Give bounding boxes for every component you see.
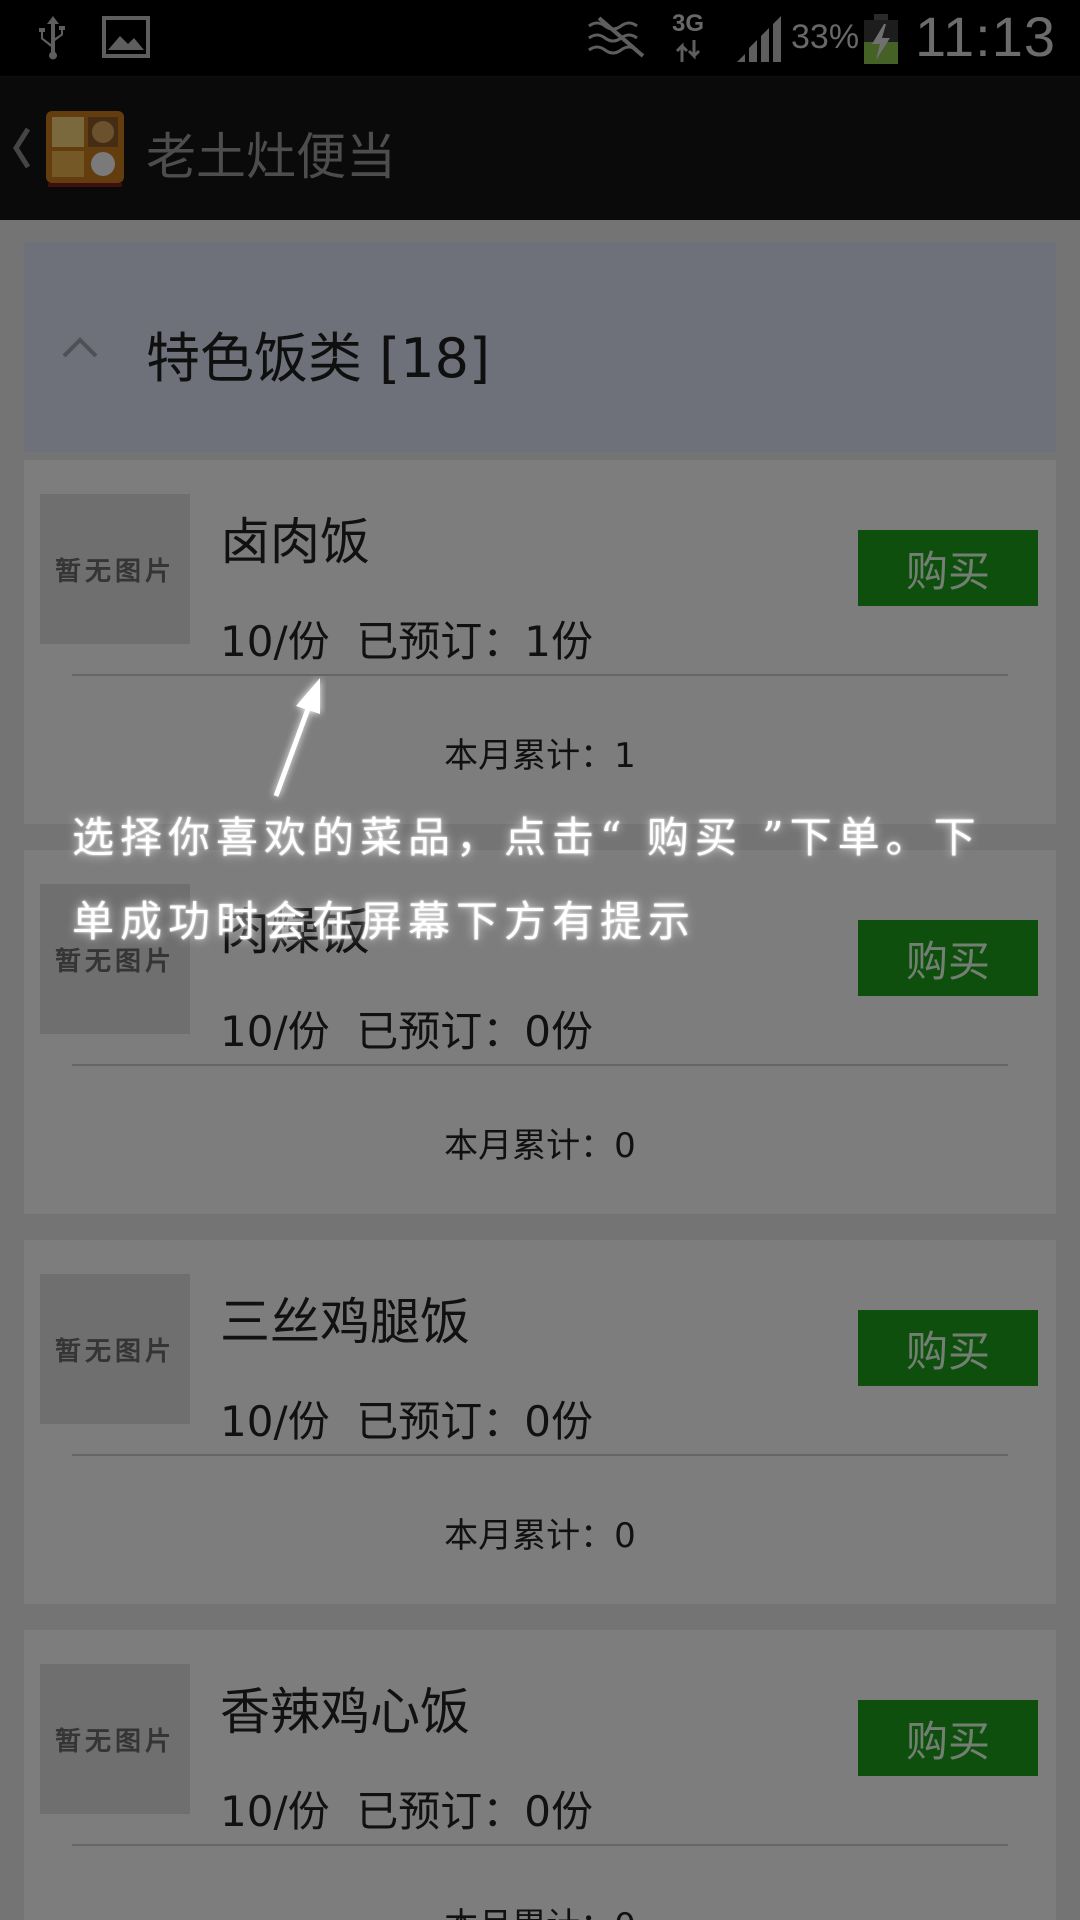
no-image-placeholder: 暂无图片 [40,1274,190,1424]
network-type: 3G [671,10,704,37]
no-image-placeholder: 暂无图片 [40,494,190,644]
divider [72,1844,1008,1846]
buy-button[interactable]: 购买 [858,530,1038,606]
divider [72,1064,1008,1066]
buy-button[interactable]: 购买 [858,1700,1038,1776]
monthly-total: 本月累计：1 [444,736,636,776]
data-3g-icon: 3G [666,10,710,66]
chevron-up-icon [62,337,98,358]
thumb-label: 暂无图片 [54,1336,175,1367]
item-name: 香辣鸡心饭 [220,1683,470,1741]
tutorial-line-2: 单成功时会在屏幕下方有提示 [72,897,697,946]
battery-charging-icon [864,14,898,64]
item-name: 三丝鸡腿饭 [220,1293,470,1351]
item-price-reserved: 10/份 已预订：0份 [220,1007,594,1056]
monthly-total: 本月累计：0 [24,1898,1056,1920]
tutorial-line-1: 选择你喜欢的菜品，点击“ 购买 ”下单。下 [72,813,982,862]
image-icon [102,16,150,58]
category-title: 特色饭类 [18] [146,327,491,390]
app-title: 老土灶便当 [146,128,396,186]
app-logo[interactable] [44,109,126,189]
back-icon[interactable] [12,125,32,171]
action-bar: 老土灶便当 [0,76,1080,220]
item-price-reserved: 10/份 已预订：0份 [220,1787,594,1836]
usb-icon [39,16,65,60]
battery-percent: 33% [791,18,860,56]
arrow-up-icon [273,678,320,797]
menu-item-card: 暂无图片 卤肉饭 10/份 已预订：1份 购买 本月累计：1 [24,460,1056,824]
monthly-total: 本月累计：0 [444,1516,636,1556]
signal-icon [737,16,781,62]
screen: 3G 33% 11:13 老土灶便当 特色饭类 [18] 暂无图片 卤肉饭 10… [0,0,1080,1920]
status-bar: 3G 33% 11:13 [0,0,1080,76]
item-price-reserved: 10/份 已预订：0份 [220,1397,594,1446]
menu-item-card: 暂无图片 三丝鸡腿饭 10/份 已预订：0份 购买 本月累计：0 [24,1240,1056,1604]
thumb-label: 暂无图片 [54,1726,175,1757]
no-image-placeholder: 暂无图片 [40,1664,190,1814]
item-price-reserved: 10/份 已预订：1份 [220,617,594,666]
divider [72,1454,1008,1456]
monthly-total: 本月累计：0 [444,1126,636,1166]
menu-item-card: 暂无图片 香辣鸡心饭 10/份 已预订：0份 购买 本月累计：0 [24,1630,1056,1920]
item-name: 卤肉饭 [220,513,370,571]
category-header[interactable]: 特色饭类 [18] [24,242,1056,452]
no-sim-icon [588,16,645,58]
clock: 11:13 [915,5,1056,68]
menu-content[interactable]: 特色饭类 [18] 暂无图片 卤肉饭 10/份 已预订：1份 购买 本月累计：1… [0,220,1080,1920]
thumb-label: 暂无图片 [54,556,175,587]
buy-button[interactable]: 购买 [858,1310,1038,1386]
tutorial-hint: 选择你喜欢的菜品，点击“ 购买 ”下单。下 单成功时会在屏幕下方有提示 [72,796,1032,964]
divider [72,674,1008,676]
